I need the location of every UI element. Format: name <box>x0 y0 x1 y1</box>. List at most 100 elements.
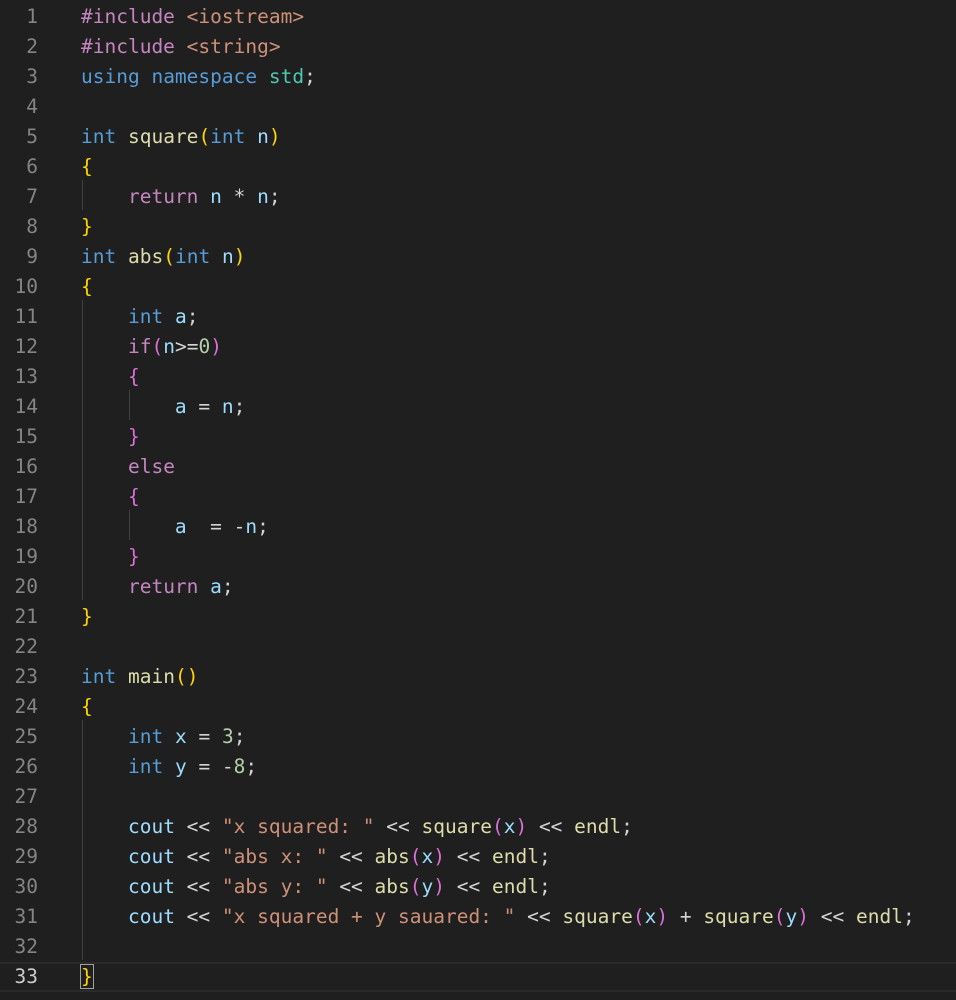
code-line[interactable]: 14 a = n; <box>0 392 956 422</box>
line-number: 5 <box>26 125 38 148</box>
code-text[interactable]: int y = -8; <box>81 752 257 782</box>
code-token: <iostream> <box>186 5 305 28</box>
code-token: y <box>421 875 434 898</box>
code-token: cout <box>127 905 175 928</box>
code-text[interactable]: } <box>80 964 94 990</box>
code-token: int <box>127 725 164 748</box>
code-token: int <box>81 125 117 148</box>
code-line[interactable]: 7 return n * n; <box>0 182 956 212</box>
code-text[interactable]: int square(int n) <box>81 122 281 152</box>
code-text[interactable]: int main() <box>81 662 198 692</box>
code-text[interactable]: #include <string> <box>81 32 281 62</box>
code-token: ; <box>538 845 551 868</box>
code-line[interactable]: 11 int a; <box>0 302 956 332</box>
code-line[interactable]: 8} <box>0 212 956 242</box>
code-token: n <box>245 515 258 538</box>
code-token: 3 <box>221 725 234 748</box>
code-text[interactable]: cout << "abs x: " << abs(x) << endl; <box>81 842 551 872</box>
line-number: 17 <box>14 485 38 508</box>
code-text[interactable]: } <box>81 422 140 452</box>
code-text[interactable]: a = n; <box>81 392 245 422</box>
code-text[interactable]: { <box>81 692 93 722</box>
line-number: 26 <box>14 755 38 778</box>
code-line[interactable]: 15 } <box>0 422 956 452</box>
code-text[interactable]: #include <iostream> <box>81 2 304 32</box>
code-line[interactable]: 17 { <box>0 482 956 512</box>
line-number: 15 <box>14 425 38 448</box>
code-line[interactable]: 10 { <box>0 272 956 302</box>
code-token: x <box>174 725 187 748</box>
code-token: 8 <box>233 755 246 778</box>
code-line[interactable]: 33} <box>0 962 956 992</box>
code-text[interactable]: int a; <box>81 302 198 332</box>
code-text[interactable]: int x = 3; <box>81 722 245 752</box>
code-token: ) <box>797 905 810 928</box>
code-text[interactable]: using namespace std; <box>81 62 316 92</box>
code-token: main <box>127 665 175 688</box>
code-line[interactable]: 12 if(n>=0) <box>0 332 956 362</box>
code-line[interactable]: 16 else <box>0 452 956 482</box>
code-line[interactable]: 29 cout << "abs x: " << abs(x) << endl; <box>0 842 956 872</box>
code-text[interactable]: return n * n; <box>81 182 281 212</box>
code-token: endl <box>855 905 903 928</box>
code-line[interactable]: 4 <box>0 92 956 122</box>
code-line[interactable]: 24 { <box>0 692 956 722</box>
code-token: n <box>257 125 269 148</box>
code-token: ( <box>151 335 164 358</box>
code-text[interactable]: { <box>81 152 93 182</box>
code-token: a <box>174 515 187 538</box>
code-line[interactable]: 25 int x = 3; <box>0 722 956 752</box>
code-text[interactable]: { <box>81 482 140 512</box>
code-token: << <box>174 905 222 928</box>
code-line[interactable]: 27 <box>0 782 956 812</box>
code-line[interactable]: 6{ <box>0 152 956 182</box>
code-text[interactable]: else <box>81 452 175 482</box>
code-line[interactable]: 18 a = -n; <box>0 512 956 542</box>
code-token: square <box>562 905 633 928</box>
code-text[interactable]: { <box>81 272 93 302</box>
code-line[interactable]: 1 #include <iostream> <box>0 2 956 32</box>
code-token: n <box>221 245 234 268</box>
code-line[interactable]: 31 cout << "x squared + y sauared: " << … <box>0 902 956 932</box>
code-line[interactable]: 3 using namespace std; <box>0 62 956 92</box>
code-line[interactable]: 2 #include <string> <box>0 32 956 62</box>
code-line[interactable]: 30 cout << "abs y: " << abs(y) << endl; <box>0 872 956 902</box>
code-token: ; <box>257 515 269 538</box>
code-line[interactable]: 21} <box>0 602 956 632</box>
code-token: if <box>127 335 152 358</box>
code-editor[interactable]: 1 #include <iostream> 2 #include <string> 3 u… <box>0 0 956 1000</box>
code-line[interactable]: 20 return a; <box>0 572 956 602</box>
code-token: ( <box>491 815 504 838</box>
code-line[interactable]: 9 int abs(int n) <box>0 242 956 272</box>
code-token: else <box>127 455 175 478</box>
code-token: y <box>785 905 798 928</box>
code-text[interactable]: cout << "abs y: " << abs(y) << endl; <box>81 872 551 902</box>
code-text[interactable]: cout << "x squared: " << square(x) << en… <box>81 812 633 842</box>
code-line[interactable]: 32 <box>0 932 956 962</box>
code-line[interactable]: 13 { <box>0 362 956 392</box>
code-text[interactable]: cout << "x squared + y sauared: " << squ… <box>81 902 915 932</box>
code-text[interactable]: } <box>81 602 93 632</box>
code-token: ; <box>186 305 199 328</box>
line-number: 21 <box>14 605 38 628</box>
code-line[interactable]: 19 } <box>0 542 956 572</box>
code-line[interactable]: 22 <box>0 632 956 662</box>
code-line[interactable]: 28 cout << "x squared: " << square(x) <<… <box>0 812 956 842</box>
code-token: ) <box>233 245 246 268</box>
code-text[interactable]: if(n>=0) <box>81 332 222 362</box>
code-line[interactable]: 26 int y = -8; <box>0 752 956 782</box>
code-text[interactable]: } <box>81 212 93 242</box>
code-line[interactable]: 23 int main() <box>0 662 956 692</box>
code-text[interactable]: return a; <box>81 572 234 602</box>
code-line[interactable]: 5 int square(int n) <box>0 122 956 152</box>
code-text[interactable]: a = -n; <box>81 512 269 542</box>
code-text[interactable]: { <box>81 362 140 392</box>
code-text[interactable]: } <box>81 542 140 572</box>
code-text[interactable]: int abs(int n) <box>81 242 245 272</box>
